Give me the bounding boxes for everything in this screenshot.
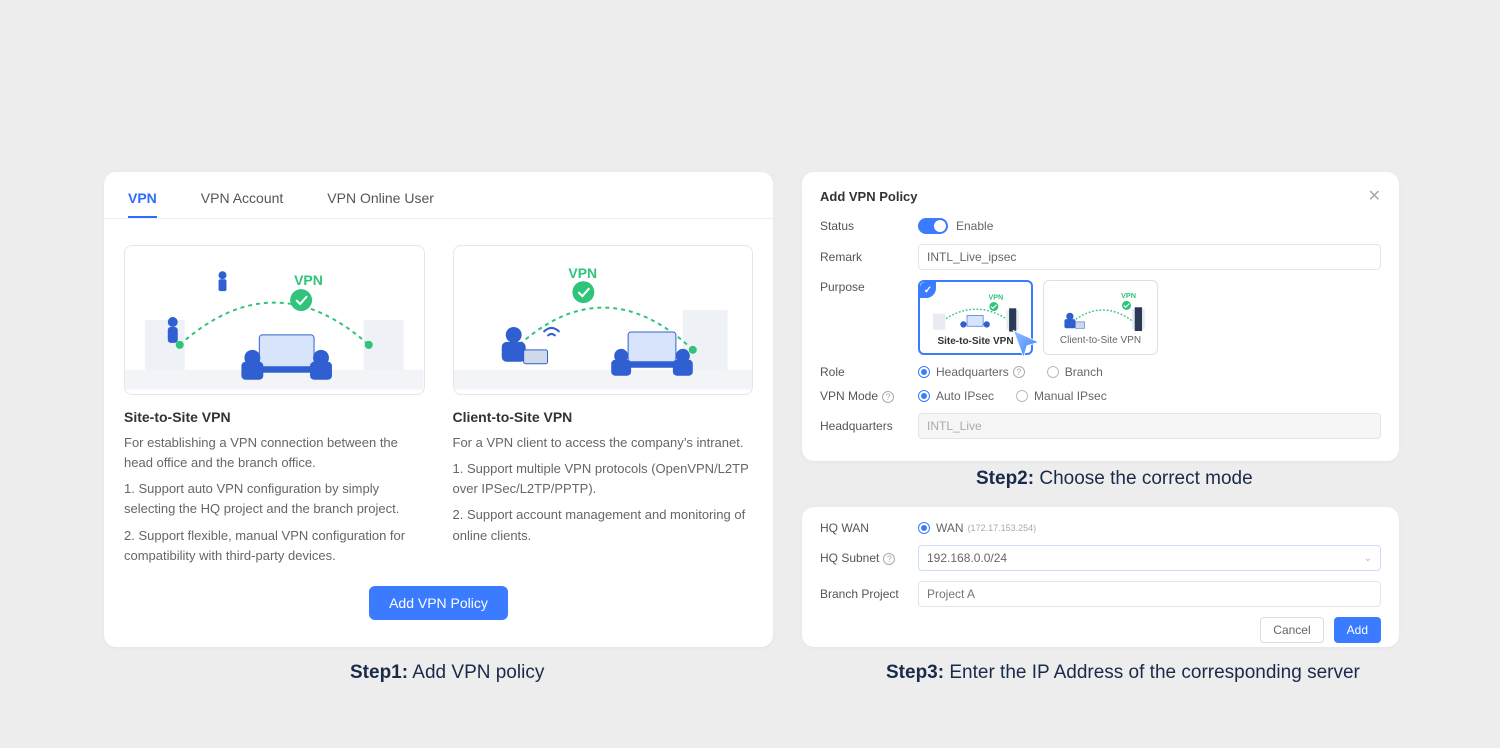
status-toggle[interactable]: [918, 218, 948, 234]
svg-text:VPN: VPN: [1121, 291, 1136, 300]
caption-step3: Step3: Enter the IP Address of the corre…: [886, 662, 1360, 684]
branch-project-input[interactable]: [918, 581, 1381, 607]
purpose-option-site-to-site[interactable]: ✓ VPN: [918, 280, 1033, 355]
vpn-mode-label: VPN Mode?: [820, 389, 918, 403]
tabs: VPN VPN Account VPN Online User: [104, 172, 773, 219]
mode-auto-ipsec-radio[interactable]: Auto IPsec: [918, 389, 994, 403]
headquarters-input: [918, 413, 1381, 439]
caption-step2: Step2: Choose the correct mode: [976, 468, 1253, 490]
site-card-pt2: 2. Support flexible, manual VPN configur…: [124, 526, 425, 566]
headquarters-label: Headquarters: [820, 419, 918, 433]
remark-label: Remark: [820, 250, 918, 264]
tab-vpn-account[interactable]: VPN Account: [201, 190, 284, 218]
purpose-site-illustration: VPN: [924, 286, 1027, 336]
role-headquarters-radio[interactable]: Headquarters ?: [918, 365, 1025, 379]
hq-wan-ip: (172.17.153.254): [968, 523, 1037, 533]
info-icon[interactable]: ?: [883, 553, 895, 565]
hq-subnet-label: HQ Subnet?: [820, 551, 918, 565]
vpn-badge-text: VPN: [294, 272, 323, 288]
hq-wan-radio[interactable]: WAN (172.17.153.254): [918, 521, 1036, 535]
purpose-site-label: Site-to-Site VPN: [924, 336, 1027, 347]
site-card-pt1: 1. Support auto VPN configuration by sim…: [124, 479, 425, 519]
branch-project-label: Branch Project: [820, 587, 918, 601]
svg-text:VPN: VPN: [568, 265, 597, 281]
mode-manual-ipsec-radio[interactable]: Manual IPsec: [1016, 389, 1107, 403]
site-to-site-illustration: VPN: [124, 245, 425, 395]
add-vpn-policy-dialog: Add VPN Policy ✕ Status Enable Remark Pu…: [802, 172, 1399, 461]
site-card-title: Site-to-Site VPN: [124, 409, 425, 425]
purpose-label: Purpose: [820, 280, 918, 294]
cancel-button[interactable]: Cancel: [1260, 617, 1323, 643]
add-vpn-policy-button[interactable]: Add VPN Policy: [369, 586, 508, 620]
caption-step1: Step1: Add VPN policy: [350, 662, 544, 684]
info-icon[interactable]: ?: [1013, 366, 1025, 378]
client-card-desc: For a VPN client to access the company’s…: [453, 433, 754, 453]
client-to-site-illustration: VPN: [453, 245, 754, 395]
client-card-title: Client-to-Site VPN: [453, 409, 754, 425]
svg-text:VPN: VPN: [988, 293, 1003, 301]
client-card-pt1: 1. Support multiple VPN protocols (OpenV…: [453, 459, 754, 499]
close-icon[interactable]: ✕: [1368, 186, 1381, 206]
server-ip-panel: HQ WAN WAN (172.17.153.254) HQ Subnet? 1…: [802, 507, 1399, 647]
tab-vpn[interactable]: VPN: [128, 190, 157, 218]
status-enable-label: Enable: [956, 219, 993, 233]
client-card-pt2: 2. Support account management and monito…: [453, 505, 754, 545]
hq-wan-label: HQ WAN: [820, 521, 918, 535]
role-label: Role: [820, 365, 918, 379]
card-client-to-site[interactable]: VPN: [453, 245, 754, 572]
status-label: Status: [820, 219, 918, 233]
hq-subnet-select[interactable]: 192.168.0.0/24 ⌄: [918, 545, 1381, 571]
purpose-option-client-to-site[interactable]: VPN Client-to-Site VPN: [1043, 280, 1158, 355]
add-button[interactable]: Add: [1334, 617, 1381, 643]
purpose-client-illustration: VPN: [1048, 285, 1153, 335]
vpn-setup-panel: VPN VPN Account VPN Online User VPN: [104, 172, 773, 647]
tab-vpn-online-user[interactable]: VPN Online User: [327, 190, 434, 218]
remark-input[interactable]: [918, 244, 1381, 270]
card-site-to-site[interactable]: VPN: [124, 245, 425, 572]
site-card-desc: For establishing a VPN connection betwee…: [124, 433, 425, 473]
purpose-client-label: Client-to-Site VPN: [1048, 335, 1153, 346]
info-icon[interactable]: ?: [882, 391, 894, 403]
dialog-title: Add VPN Policy: [820, 189, 918, 204]
chevron-down-icon: ⌄: [1364, 553, 1372, 564]
role-branch-radio[interactable]: Branch: [1047, 365, 1103, 379]
